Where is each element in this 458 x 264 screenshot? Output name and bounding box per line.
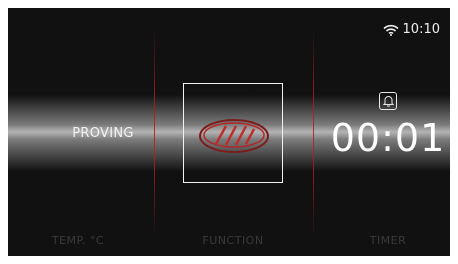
- status-bar: 10:10: [382, 22, 440, 37]
- timer-alarm-button[interactable]: [379, 92, 397, 110]
- function-selector[interactable]: [183, 83, 283, 183]
- mode-label[interactable]: PROVING: [48, 126, 158, 141]
- clock-time: 10:10: [402, 22, 440, 37]
- temp-label[interactable]: TEMP. °C: [18, 234, 138, 247]
- wifi-icon: [382, 24, 399, 36]
- function-label[interactable]: FUNCTION: [173, 234, 293, 247]
- timer-value[interactable]: 00:01: [328, 116, 448, 160]
- timer-label[interactable]: TIMER: [328, 234, 448, 247]
- right-divider: [313, 28, 314, 238]
- bell-icon: [382, 96, 394, 107]
- oven-display-screen: 10:10 PROVING 00:01 TEMP. °C FUNCTION TI…: [8, 8, 450, 256]
- bread-proving-icon: [199, 119, 269, 153]
